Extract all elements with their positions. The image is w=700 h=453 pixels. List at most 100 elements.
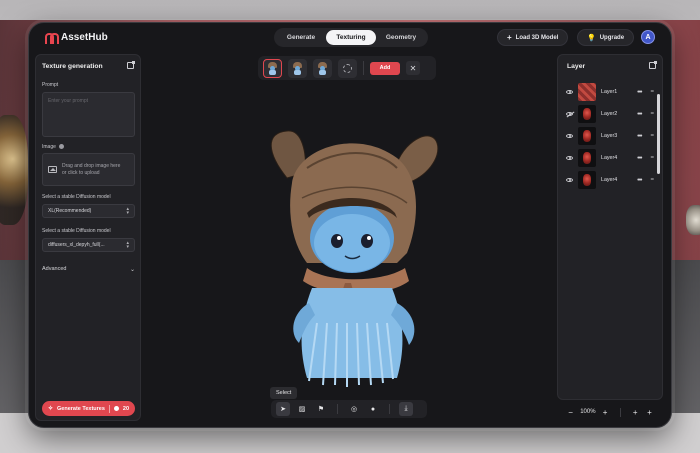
advanced-label: Advanced — [42, 266, 67, 272]
tab-geometry[interactable]: Geometry — [376, 30, 426, 45]
top-bar: AssetHub Generate Texturing Geometry + L… — [29, 23, 671, 53]
shaded-sphere-icon[interactable]: ● — [366, 402, 380, 416]
texture-variant-thumb[interactable] — [263, 58, 282, 78]
layer-name: Layer2 — [601, 111, 618, 117]
upload-text-line2: or click to upload — [62, 169, 100, 176]
upgrade-button[interactable]: 💡 Upgrade — [577, 29, 635, 46]
layer-name: Layer1 — [601, 89, 618, 95]
eye-icon[interactable] — [566, 90, 573, 94]
texture-variant-thumb[interactable] — [313, 58, 332, 78]
download-icon[interactable]: ⤓ — [399, 402, 413, 416]
drag-handle-icon[interactable]: = — [650, 89, 654, 95]
load-3d-model-label: Load 3D Model — [515, 34, 559, 41]
model-select-1-value: XL(Recommended) — [48, 208, 92, 214]
layer-thumbnail — [578, 171, 596, 189]
mode-tabs: Generate Texturing Geometry — [274, 28, 428, 47]
background-object-right — [686, 205, 700, 235]
layer-scrollbar[interactable] — [657, 94, 660, 174]
advanced-toggle[interactable]: Advanced ⌄ — [42, 266, 135, 273]
character-thumb-image — [268, 61, 277, 75]
background-object-left — [0, 115, 28, 225]
zoom-controls: − 100% + + + — [557, 404, 663, 420]
more-options-icon[interactable]: ••• — [637, 155, 642, 162]
zoom-out-icon[interactable]: − — [566, 408, 575, 417]
layer-row[interactable]: Layer1 ••• = — [563, 82, 657, 102]
drag-handle-icon[interactable]: = — [650, 155, 654, 161]
avatar[interactable]: A — [641, 30, 655, 44]
chevron-down-icon: ⌄ — [129, 267, 135, 273]
loading-variant-thumb — [338, 58, 357, 78]
divider — [337, 404, 338, 414]
close-icon[interactable]: ✕ — [406, 61, 420, 75]
expand-icon[interactable] — [127, 61, 135, 69]
more-options-icon[interactable]: ••• — [637, 177, 642, 184]
image-label: Image — [42, 144, 56, 150]
app-window: AssetHub Generate Texturing Geometry + L… — [28, 22, 672, 428]
model-label-1: Select a stable Diffusion model — [42, 194, 111, 200]
viewport-toolbar: ➤ ▨ ⚑ ◎ ● ⤓ — [271, 400, 427, 418]
more-options-icon[interactable]: ••• — [637, 89, 642, 96]
prompt-label: Prompt — [42, 82, 59, 88]
app-name: AssetHub — [61, 32, 108, 43]
model-select-2[interactable]: diffusers_xl_depyh_full(... ▴ ▾ — [42, 238, 135, 252]
generate-textures-button[interactable]: ✧ Generate Textures 20 — [42, 401, 135, 416]
updown-icon: ▴ ▾ — [126, 206, 129, 216]
eye-icon[interactable] — [566, 134, 573, 138]
hatch-pattern-icon[interactable]: ▨ — [295, 402, 309, 416]
divider — [108, 404, 110, 413]
more-options-icon[interactable]: ••• — [637, 111, 642, 118]
logo-icon — [45, 32, 59, 44]
load-3d-model-button[interactable]: + Load 3D Model — [497, 29, 569, 46]
texture-generation-panel: Texture generation Prompt Enter your pro… — [35, 54, 141, 421]
zoom-level: 100% — [580, 409, 596, 415]
tab-generate[interactable]: Generate — [276, 30, 326, 45]
divider — [619, 407, 621, 417]
zoom-in-icon[interactable]: + — [601, 408, 610, 417]
drag-handle-icon[interactable]: = — [650, 177, 654, 183]
updown-icon: ▴ ▾ — [126, 240, 129, 250]
image-upload-dropzone[interactable]: Drag and drop image here or click to upl… — [42, 153, 135, 186]
credits-icon — [113, 406, 119, 411]
more-options-icon[interactable]: ••• — [637, 133, 642, 140]
divider — [389, 404, 390, 414]
character-3d-viewport[interactable] — [247, 123, 443, 391]
prompt-input[interactable]: Enter your prompt — [42, 92, 135, 137]
bulb-icon: 💡 — [587, 34, 596, 42]
tab-texturing[interactable]: Texturing — [326, 30, 376, 45]
upload-text: Drag and drop image here or click to upl… — [62, 163, 120, 177]
eye-icon[interactable] — [566, 156, 573, 160]
image-icon — [48, 166, 57, 173]
layer-row[interactable]: Layer2 ••• = — [563, 104, 657, 124]
credits-cost: 20 — [122, 405, 130, 412]
app-logo[interactable]: AssetHub — [45, 32, 108, 44]
layer-name: Layer3 — [601, 133, 618, 139]
add-button[interactable]: Add — [370, 61, 400, 75]
drag-handle-icon[interactable]: = — [650, 133, 654, 139]
cursor-select-icon[interactable]: ➤ — [276, 402, 290, 416]
texture-variant-thumb[interactable] — [288, 58, 307, 78]
add-icon[interactable]: + — [645, 408, 654, 417]
layer-thumbnail — [578, 83, 596, 101]
select-tooltip: Select — [270, 387, 298, 399]
plus-icon: + — [507, 33, 512, 42]
layer-thumbnail — [578, 149, 596, 167]
divider — [363, 61, 364, 75]
add-layer-icon[interactable]: + — [631, 408, 640, 417]
expand-icon[interactable] — [649, 61, 657, 69]
drag-handle-icon[interactable]: = — [650, 111, 654, 117]
layer-thumbnail — [578, 105, 596, 123]
layer-thumbnail — [578, 127, 596, 145]
character-thumb-image — [293, 61, 302, 75]
model-select-2-value: diffusers_xl_depyh_full(... — [48, 242, 105, 248]
eye-icon[interactable] — [566, 178, 573, 182]
layer-row[interactable]: Layer3 ••• = — [563, 126, 657, 146]
model-select-1[interactable]: XL(Recommended) ▴ ▾ — [42, 204, 135, 218]
texture-sphere-icon[interactable]: ◎ — [347, 402, 361, 416]
flag-icon[interactable]: ⚑ — [314, 402, 328, 416]
eye-off-icon[interactable] — [566, 112, 573, 116]
info-icon[interactable] — [59, 144, 65, 150]
layer-row[interactable]: Layer4 ••• = — [563, 148, 657, 168]
image-label-row: Image — [42, 144, 65, 150]
layer-row[interactable]: Layer4 ••• = — [563, 170, 657, 190]
character-thumb-image — [318, 61, 327, 75]
